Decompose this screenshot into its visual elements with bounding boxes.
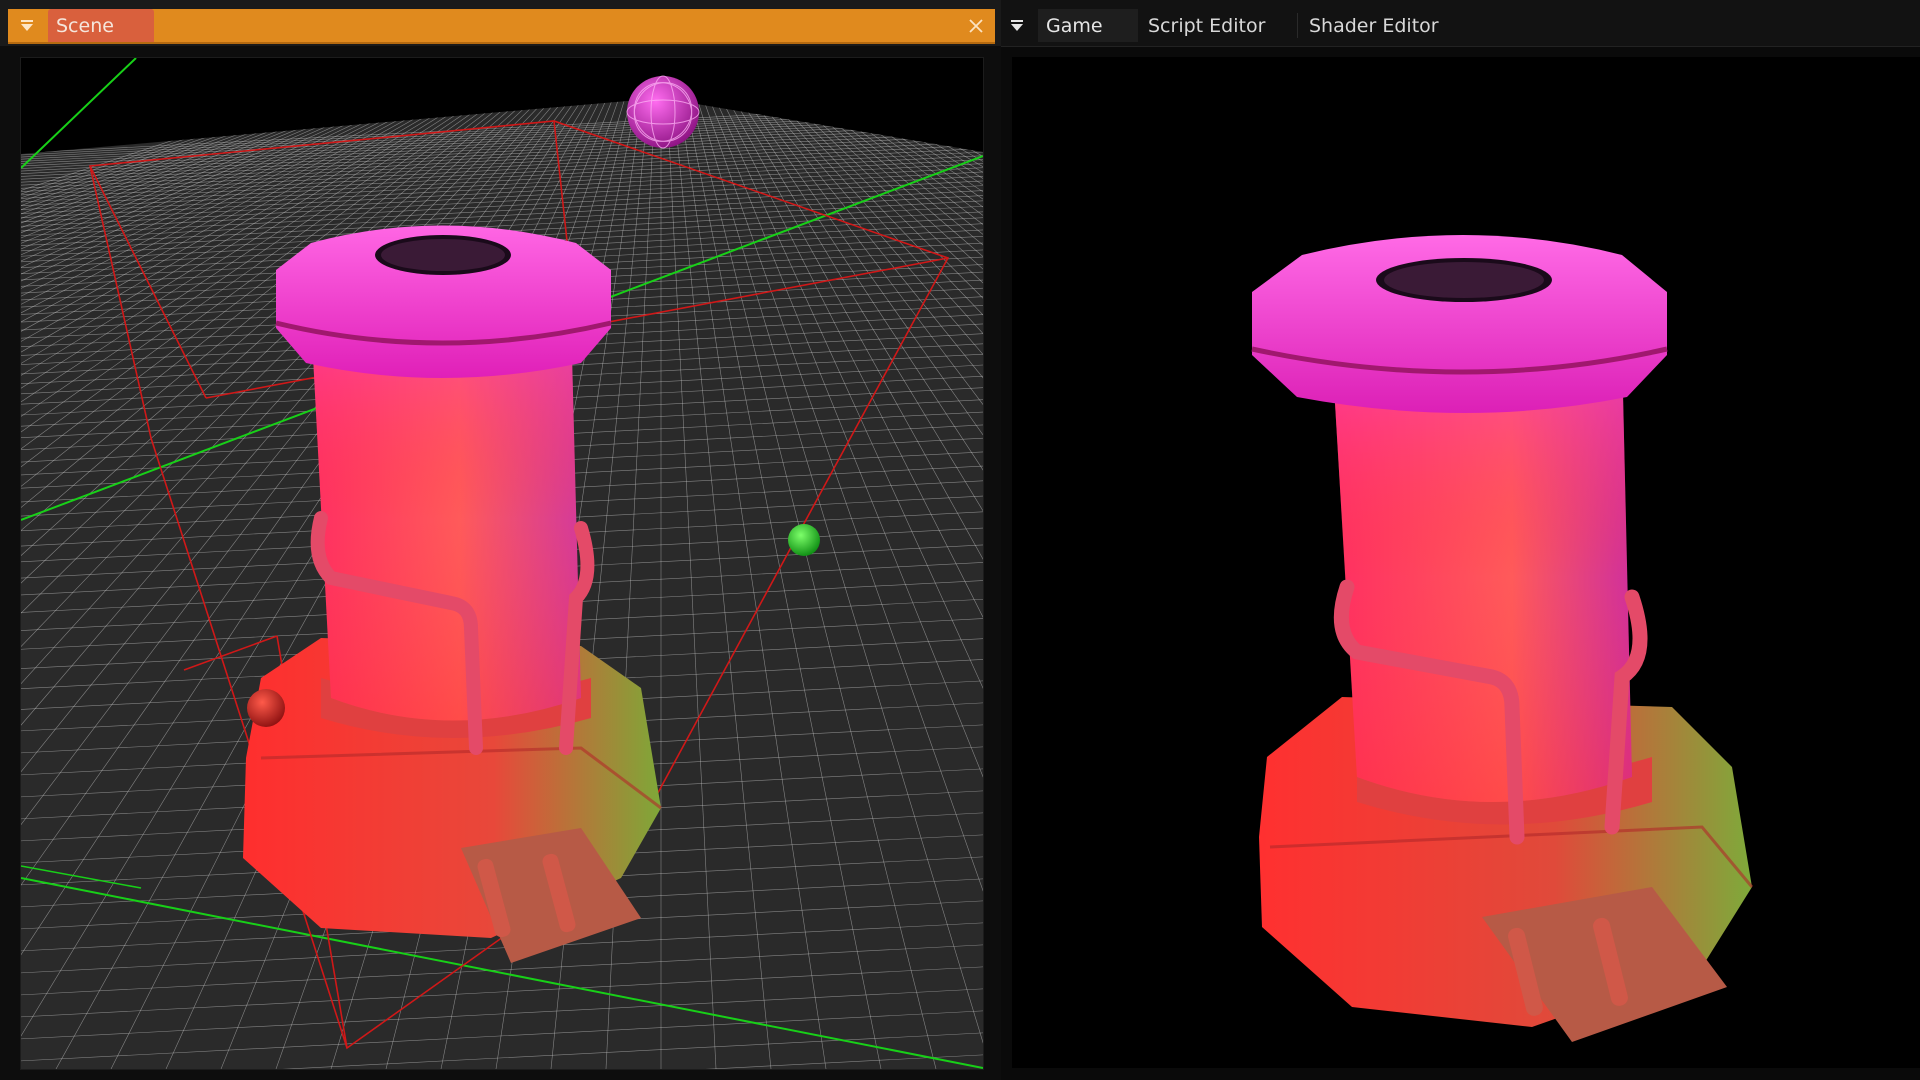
chevron-down-menu-icon: [21, 19, 33, 31]
scene-panel: Scene: [0, 0, 1001, 1080]
generator-render: [1251, 235, 1754, 1042]
tab-script-editor-label: Script Editor: [1148, 14, 1266, 37]
green-light-sphere[interactable]: [788, 524, 820, 556]
tab-game[interactable]: Game: [1038, 9, 1138, 42]
game-viewport[interactable]: [1012, 57, 1920, 1068]
red-light-sphere[interactable]: [247, 689, 285, 727]
close-icon: [969, 19, 983, 33]
scene-canvas[interactable]: [21, 58, 983, 1069]
close-panel-button[interactable]: [963, 13, 989, 39]
game-header-strip: Game Script Editor Shader Editor: [1001, 9, 1920, 42]
game-canvas[interactable]: [1012, 57, 1920, 1068]
tab-scene-label: Scene: [56, 14, 114, 37]
tab-shader-editor-label: Shader Editor: [1309, 14, 1439, 37]
panel-menu-button[interactable]: [12, 9, 42, 42]
scene-tabbar: Scene: [0, 0, 1001, 46]
tab-scene[interactable]: Scene: [48, 9, 154, 42]
chevron-down-menu-icon: [1011, 19, 1023, 31]
tab-divider: [1297, 13, 1298, 38]
tab-shader-editor[interactable]: Shader Editor: [1301, 9, 1461, 42]
tab-game-label: Game: [1046, 14, 1103, 37]
game-tabbar: Game Script Editor Shader Editor: [1001, 0, 1920, 47]
tab-script-editor[interactable]: Script Editor: [1140, 9, 1295, 42]
game-panel: Game Script Editor Shader Editor: [1001, 0, 1920, 1080]
panel-menu-button[interactable]: [1002, 9, 1032, 42]
scene-viewport[interactable]: [20, 57, 984, 1070]
scene-header-strip: Scene: [8, 9, 995, 44]
